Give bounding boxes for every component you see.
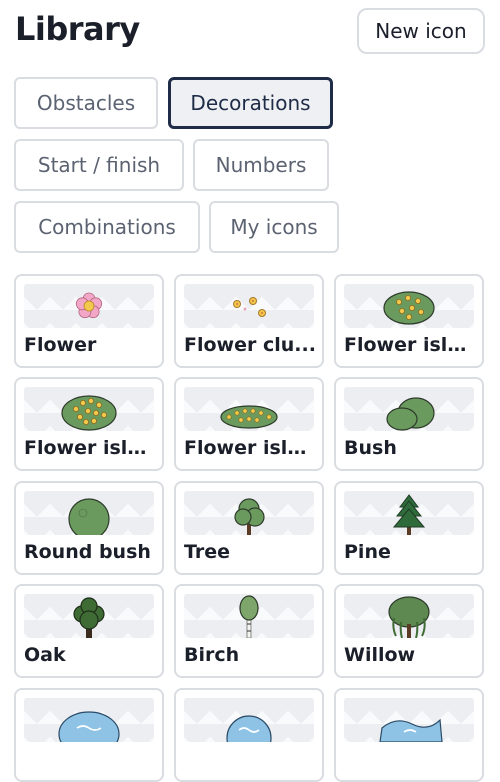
icon-card-bush[interactable]: Bush [334, 377, 484, 471]
icon-label: Flower isla... [344, 334, 476, 356]
icon-label: Round bush [24, 541, 151, 563]
tab-start-finish[interactable]: Start / finish [14, 139, 184, 191]
icon-label: Flower clu... [184, 334, 316, 356]
tab-decorations[interactable]: Decorations [168, 77, 333, 129]
willow-icon [344, 594, 474, 638]
water-icon [24, 698, 154, 742]
tab-combinations[interactable]: Combinations [14, 201, 200, 253]
icon-card-flower-island-long[interactable]: Flower isla... [174, 377, 324, 471]
icon-label: Flower isla... [184, 437, 316, 459]
icon-label: Willow [344, 644, 416, 666]
icon-card-flower[interactable]: Flower [14, 274, 164, 368]
water-wave-icon [344, 698, 474, 742]
flower-island-long-icon [184, 387, 314, 431]
icon-card-birch[interactable]: Birch [174, 584, 324, 678]
new-icon-button[interactable]: New icon [357, 8, 485, 54]
icon-label: Tree [184, 541, 231, 563]
icon-label: Flower isla... [24, 437, 156, 459]
icon-card-round-bush[interactable]: Round bush [14, 481, 164, 575]
icon-card-pine[interactable]: Pine [334, 481, 484, 575]
icon-card-willow[interactable]: Willow [334, 584, 484, 678]
flower-island-icon [344, 284, 474, 328]
birch-icon [184, 594, 314, 638]
icon-card-flower-cluster[interactable]: Flower clu... [174, 274, 324, 368]
flower-cluster-icon [184, 284, 314, 328]
icon-label: Pine [344, 541, 391, 563]
library-header: Library New icon [15, 8, 485, 58]
pine-icon [344, 491, 474, 535]
tab-numbers[interactable]: Numbers [193, 139, 329, 191]
page-title: Library [15, 10, 140, 48]
round-bush-icon [24, 491, 154, 535]
oak-icon [24, 594, 154, 638]
flower-island-large-icon [24, 387, 154, 431]
tab-my-icons[interactable]: My icons [209, 201, 339, 253]
tree-icon [184, 491, 314, 535]
icon-card-tree[interactable]: Tree [174, 481, 324, 575]
icon-label: Birch [184, 644, 240, 666]
water-round-icon [184, 698, 314, 742]
flower-icon [24, 284, 154, 328]
icon-card-oak[interactable]: Oak [14, 584, 164, 678]
icon-card-flower-island-large[interactable]: Flower isla... [14, 377, 164, 471]
icon-card-water[interactable] [14, 688, 164, 782]
icon-label: Oak [24, 644, 66, 666]
icon-label: Flower [24, 334, 97, 356]
icon-card-flower-island[interactable]: Flower isla... [334, 274, 484, 368]
tab-obstacles[interactable]: Obstacles [14, 77, 158, 129]
bush-icon [344, 387, 474, 431]
icon-card-water-round[interactable] [174, 688, 324, 782]
icon-label: Bush [344, 437, 397, 459]
icon-card-water-wave[interactable] [334, 688, 484, 782]
